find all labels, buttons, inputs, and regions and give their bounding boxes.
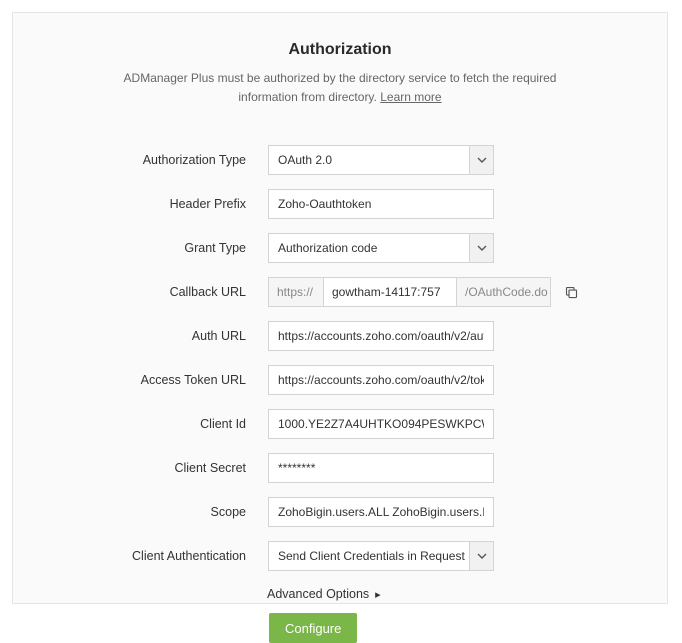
header-prefix-input[interactable] (268, 189, 494, 219)
auth-type-select[interactable]: OAuth 2.0 (268, 145, 494, 175)
row-header-prefix: Header Prefix (53, 189, 627, 219)
label-grant-type: Grant Type (53, 241, 268, 255)
access-token-url-input[interactable] (268, 365, 494, 395)
label-access-token-url: Access Token URL (53, 373, 268, 387)
page-subtitle: ADManager Plus must be authorized by the… (53, 69, 627, 107)
label-header-prefix: Header Prefix (53, 197, 268, 211)
grant-type-value: Authorization code (278, 241, 469, 255)
row-client-auth: Client Authentication Send Client Creden… (53, 541, 627, 571)
label-auth-type: Authorization Type (53, 153, 268, 167)
label-client-secret: Client Secret (53, 461, 268, 475)
auth-type-value: OAuth 2.0 (278, 153, 469, 167)
chevron-down-icon (469, 234, 493, 262)
row-grant-type: Grant Type Authorization code (53, 233, 627, 263)
row-client-secret: Client Secret (53, 453, 627, 483)
client-auth-select[interactable]: Send Client Credentials in Request Body (268, 541, 494, 571)
label-auth-url: Auth URL (53, 329, 268, 343)
grant-type-select[interactable]: Authorization code (268, 233, 494, 263)
client-auth-value: Send Client Credentials in Request Body (278, 549, 469, 563)
learn-more-link[interactable]: Learn more (380, 90, 441, 104)
label-client-id: Client Id (53, 417, 268, 431)
row-access-token-url: Access Token URL (53, 365, 627, 395)
page-title: Authorization (53, 41, 627, 59)
row-auth-url: Auth URL (53, 321, 627, 351)
label-client-auth: Client Authentication (53, 549, 268, 563)
row-client-id: Client Id (53, 409, 627, 439)
scope-input[interactable] (268, 497, 494, 527)
row-callback-url: Callback URL https:// gowtham-14117:757 … (53, 277, 627, 307)
callback-host: gowtham-14117:757 (323, 277, 457, 307)
chevron-down-icon (469, 146, 493, 174)
client-secret-input[interactable] (268, 453, 494, 483)
authorization-panel: Authorization ADManager Plus must be aut… (12, 12, 668, 604)
panel-header: Authorization ADManager Plus must be aut… (53, 41, 627, 107)
label-scope: Scope (53, 505, 268, 519)
subtitle-line-1: ADManager Plus must be authorized by the… (124, 71, 557, 85)
callback-suffix: /OAuthCode.do (457, 277, 551, 307)
label-callback-url: Callback URL (53, 285, 268, 299)
chevron-down-icon (469, 542, 493, 570)
auth-url-input[interactable] (268, 321, 494, 351)
callback-prefix: https:// (268, 277, 323, 307)
chevron-right-icon: ▸ (375, 588, 381, 601)
row-auth-type: Authorization Type OAuth 2.0 (53, 145, 627, 175)
row-scope: Scope (53, 497, 627, 527)
advanced-options-label: Advanced Options (267, 587, 369, 601)
callback-url-group: https:// gowtham-14117:757 /OAuthCode.do (268, 277, 551, 307)
advanced-options-toggle[interactable]: Advanced Options ▸ (151, 587, 627, 601)
client-id-input[interactable] (268, 409, 494, 439)
copy-icon[interactable] (557, 277, 585, 307)
subtitle-line-2: information from directory. (238, 90, 380, 104)
